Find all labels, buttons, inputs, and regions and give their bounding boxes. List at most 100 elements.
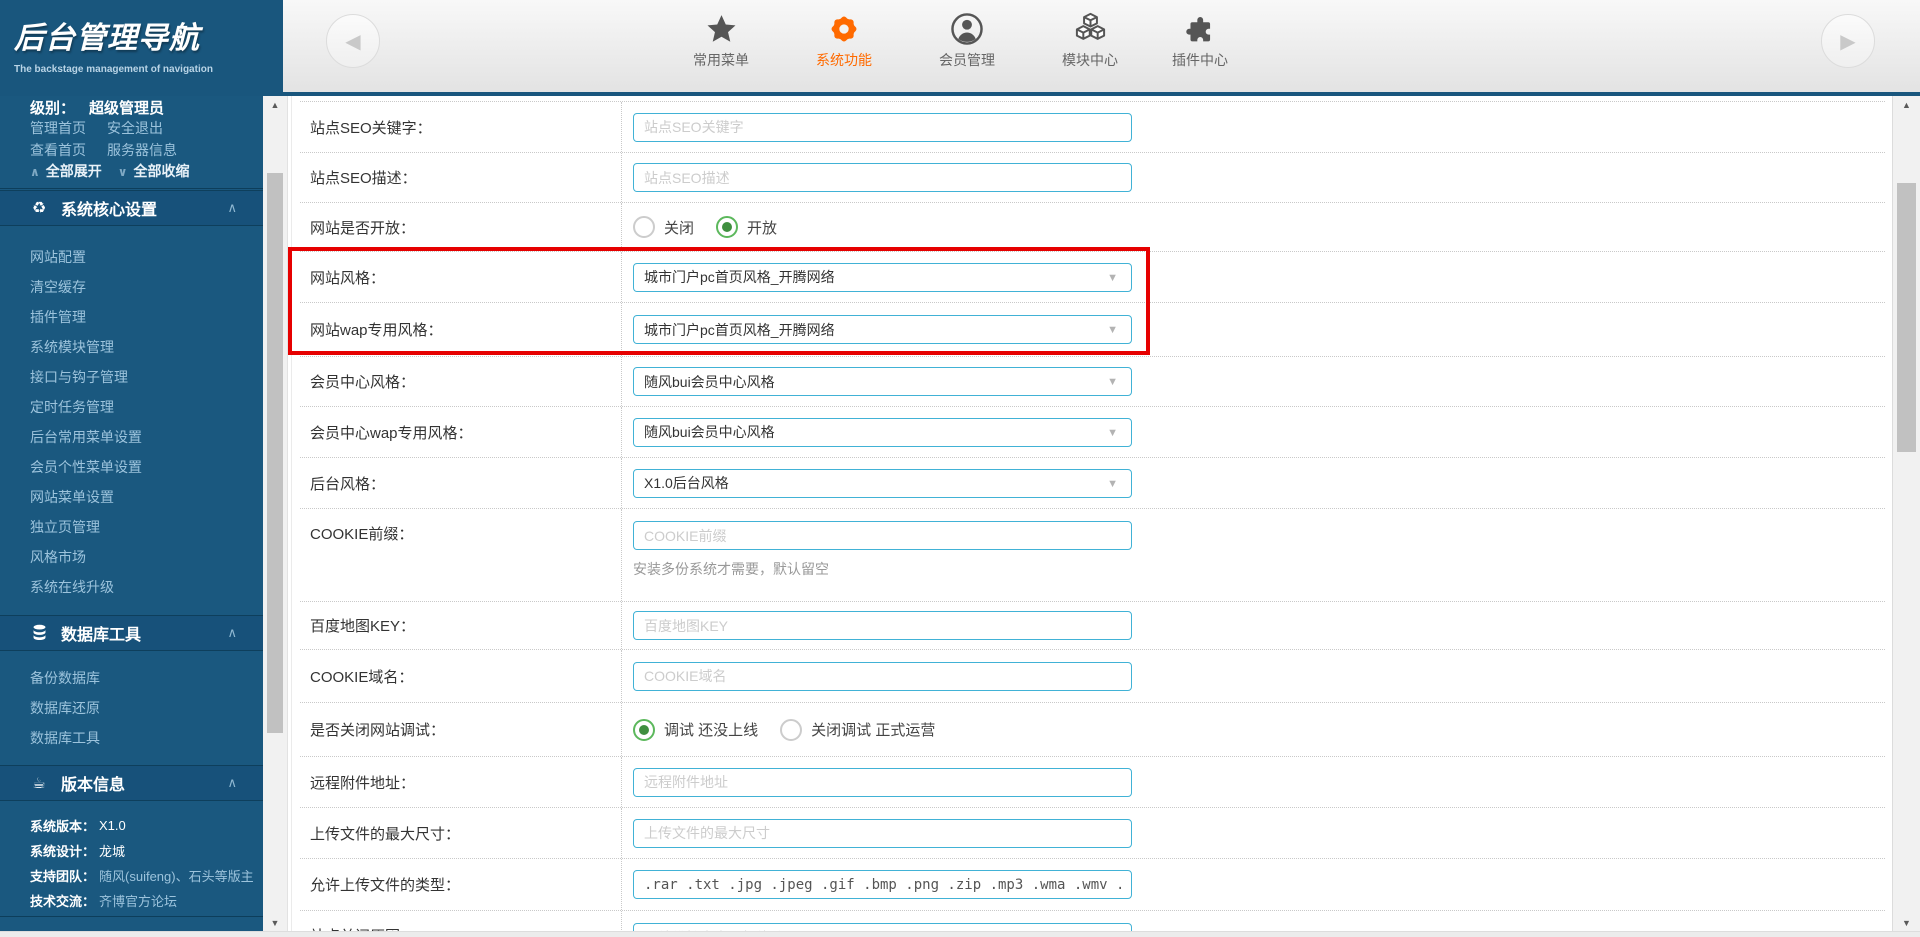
sidebar-section-items-1: 网站配置 清空缓存 插件管理 系统模块管理 接口与钩子管理 定时任务管理 后台常用菜单设置会… [0, 242, 263, 602]
page-scrollbar[interactable]: ▲ ▼ [1892, 96, 1920, 932]
sidebar-item[interactable]: 数据库还原 [0, 693, 263, 723]
sidebar-item[interactable]: 数据库工具 [0, 723, 263, 753]
dropdown-arrow-icon: ▼ [1107, 271, 1118, 284]
app-title: 后台管理导航 [14, 22, 200, 55]
select-value: 城市门户pc首页风格_开腾网络 [644, 269, 835, 285]
sidebar-item[interactable]: 备份数据库 [0, 663, 263, 693]
radio-option[interactable]: 关闭 [633, 216, 694, 238]
text-input[interactable] [633, 112, 1132, 142]
radio-label: 开放 [747, 219, 778, 237]
sidebar-item[interactable]: 独立页管理 [0, 512, 263, 542]
top-nav-item-1[interactable]: 常用菜单 [673, 9, 769, 70]
select-dropdown[interactable]: 随风bui会员中心风格 ▼ [633, 417, 1132, 447]
top-nav-item-5[interactable]: 插件中心 [1152, 9, 1248, 70]
text-input[interactable] [633, 767, 1132, 797]
text-input[interactable] [633, 521, 1132, 550]
info-link[interactable]: 齐博官方论坛 [99, 891, 177, 910]
text-input[interactable] [633, 661, 1132, 691]
chevron-up-icon[interactable]: ∧ [227, 625, 237, 641]
top-nav-label: 常用菜单 [693, 52, 749, 68]
sidebar-scrollbar-thumb[interactable] [267, 173, 283, 733]
radio-button-icon[interactable] [633, 718, 655, 741]
top-nav-item-2[interactable]: 系统功能 [796, 9, 892, 70]
form-row-field [622, 153, 1885, 202]
form-row-field [622, 808, 1885, 858]
form-row-label: COOKIE前缀： [300, 509, 622, 601]
form-row: 后台风格： X1.0后台风格 ▼ [300, 458, 1885, 509]
text-input[interactable] [633, 163, 1132, 192]
chevron-left-icon: ◀ [345, 30, 361, 53]
sidebar-item[interactable]: 网站菜单设置 [0, 482, 263, 512]
form-row: 网站wap专用风格： 城市门户pc首页风格_开腾网络 ▼ [300, 303, 1885, 357]
sidebar-item[interactable]: 插件管理 [0, 302, 263, 332]
page-scrollbar-thumb[interactable] [1897, 183, 1916, 452]
sidebar-scrollbar[interactable]: ▲ ▼ [263, 96, 288, 932]
select-dropdown[interactable]: 城市门户pc首页风格_开腾网络 ▼ [633, 315, 1132, 344]
radio-option[interactable]: 关闭调试 正式运营 [780, 718, 935, 741]
user-links-row-1: 管理首页 安全退出 [0, 118, 263, 138]
radio-label: 调试 还没上线 [664, 722, 759, 739]
form-row-field: 关闭 开放 [622, 203, 1885, 251]
text-input[interactable] [633, 611, 1132, 640]
sidebar-item[interactable]: 清空缓存 [0, 272, 263, 302]
sidebar-link-server-info[interactable]: 服务器信息 [107, 140, 177, 160]
app-logo: 后台管理导航 The backstage management of navig… [0, 0, 283, 96]
radio-label: 关闭 [664, 219, 695, 237]
sidebar-section-header-2[interactable]: 数据库工具 ∧ [0, 615, 263, 651]
sidebar-section-header-1[interactable]: ♻ 系统核心设置 ∧ [0, 190, 263, 226]
collapse-all-button[interactable]: ∨ 全部收缩 [118, 161, 190, 181]
sidebar-section-items-2: 备份数据库 数据库还原 数据库工具 [0, 663, 263, 753]
chevron-up-icon[interactable]: ∧ [227, 200, 237, 216]
back-circle-button[interactable]: ◀ [326, 14, 380, 68]
radio-button-icon[interactable] [633, 216, 655, 238]
radio-button-icon[interactable] [780, 718, 803, 741]
sidebar-item[interactable]: 系统模块管理 [0, 332, 263, 362]
form-row-label: 是否关闭网站调试： [300, 703, 622, 756]
sidebar-item[interactable]: 会员个性菜单设置 [0, 452, 263, 482]
top-nav-label: 模块中心 [1062, 52, 1118, 68]
radio-button-icon[interactable] [716, 216, 739, 238]
text-input[interactable] [633, 870, 1132, 899]
sidebar-section-header-3[interactable]: ☕ 版本信息 ∧ [0, 765, 263, 801]
sidebar-link-view-site[interactable]: 查看首页 [30, 140, 86, 160]
scroll-up-icon[interactable]: ▲ [1893, 100, 1920, 110]
info-label: 支持团队： [30, 869, 96, 884]
scroll-down-icon[interactable]: ▼ [1893, 918, 1920, 928]
form-row-field: 安装多份系统才需要，默认留空 [622, 509, 1885, 601]
radio-option[interactable]: 开放 [716, 216, 777, 238]
select-dropdown[interactable]: 随风bui会员中心风格 ▼ [633, 367, 1132, 396]
text-input[interactable] [633, 818, 1132, 848]
expand-all-button[interactable]: ∧ 全部展开 [30, 161, 102, 181]
sidebar-item[interactable]: 后台常用菜单设置 [0, 422, 263, 452]
select-dropdown[interactable]: X1.0后台风格 ▼ [633, 468, 1132, 498]
select-value: 城市门户pc首页风格_开腾网络 [644, 321, 835, 338]
sidebar-item[interactable]: 定时任务管理 [0, 392, 263, 422]
section-title: 数据库工具 [61, 627, 142, 644]
chevron-up-icon[interactable]: ∧ [227, 775, 237, 791]
form-row-label: 上传文件的最大尺寸： [300, 808, 622, 858]
sidebar-item[interactable]: 接口与钩子管理 [0, 362, 263, 392]
form-row: 会员中心风格： 随风bui会员中心风格 ▼ [300, 357, 1885, 407]
select-value: 随风bui会员中心风格 [644, 424, 775, 440]
select-value: 随风bui会员中心风格 [644, 373, 775, 390]
form-row: COOKIE域名： [300, 650, 1885, 703]
radio-option[interactable]: 调试 还没上线 [633, 718, 759, 741]
top-nav-item-4[interactable]: 模块中心 [1042, 9, 1138, 70]
select-dropdown[interactable]: 城市门户pc首页风格_开腾网络 ▼ [633, 262, 1132, 292]
sidebar-item[interactable]: 系统在线升级 [0, 572, 263, 602]
select-value: X1.0后台风格 [644, 475, 729, 491]
top-nav-item-3[interactable]: 会员管理 [919, 9, 1015, 70]
form-row-field: 城市门户pc首页风格_开腾网络 ▼ [622, 252, 1885, 302]
form-row-field [622, 757, 1885, 807]
sidebar-item[interactable]: 风格市场 [0, 542, 263, 572]
dropdown-arrow-icon: ▼ [1107, 376, 1118, 388]
scroll-up-icon[interactable]: ▲ [263, 100, 287, 110]
sidebar-link-admin-home[interactable]: 管理首页 [30, 118, 86, 138]
info-link[interactable]: 随风(suifeng)、石头等版主 [99, 866, 254, 885]
scroll-down-icon[interactable]: ▼ [263, 918, 287, 928]
sidebar-item[interactable]: 网站配置 [0, 242, 263, 272]
form-row-field: 随风bui会员中心风格 ▼ [622, 357, 1885, 406]
sidebar-link-logout[interactable]: 安全退出 [107, 118, 163, 138]
horizontal-scrollbar[interactable] [0, 931, 1920, 937]
forward-circle-button[interactable]: ▶ [1821, 14, 1875, 68]
